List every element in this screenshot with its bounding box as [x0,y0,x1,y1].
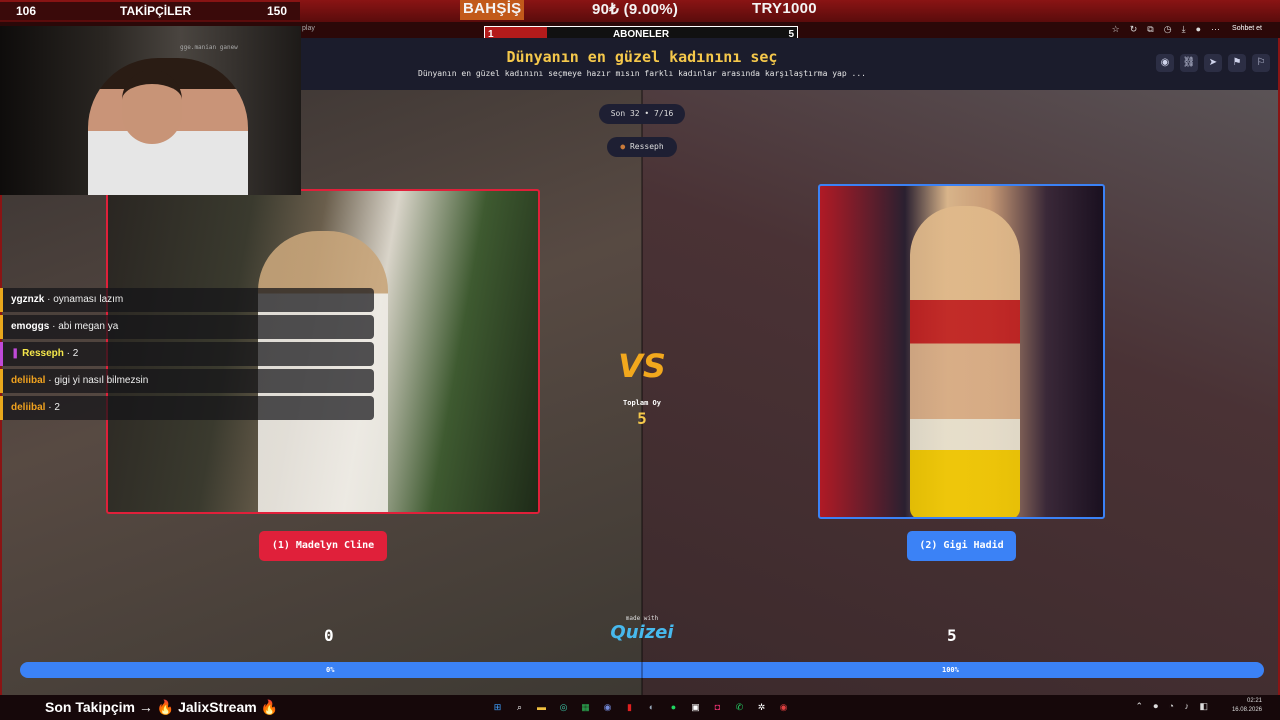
author-avatar-icon: ● [620,142,626,151]
total-votes-label: Toplam Oy [623,399,661,407]
app-red-icon[interactable]: ▮ [622,700,637,715]
chat-username: emoggs [11,321,50,332]
vote-left-button[interactable]: (1) Madelyn Cline [259,531,387,561]
chat-text: · gigi yi nasıl bilmezsin [48,375,149,386]
flag-outline-icon[interactable]: ⚐ [1252,54,1270,72]
chat-username: deliibal [11,375,46,386]
discord-icon[interactable]: ◉ [600,700,615,715]
sheets-icon[interactable]: ▦ [578,700,593,715]
total-votes-value: 5 [637,409,647,428]
profile-icon[interactable]: ● [1196,24,1201,35]
spotify-icon[interactable]: ● [666,700,681,715]
cam-caption: gge.manian ganew [180,44,238,51]
left-percent: 0% [326,666,335,674]
folder-icon[interactable]: ▬ [534,700,549,715]
chat-overlay: ygznzk · oynaması lazım emoggs · abi meg… [0,288,374,423]
chat-username: ygznzk [11,294,45,305]
system-tray[interactable]: ⌃ ⏺ ◔ ♪ ◧ [1136,701,1212,712]
search-icon[interactable]: ⌕ [512,700,527,715]
chat-message: ygznzk · oynaması lazım [0,288,374,312]
extensions-icon[interactable]: ⧉ [1147,24,1153,35]
left-vote-count: 0 [324,626,334,645]
followers-goal-bar: 106 TAKİPÇİLER 150 [0,2,300,20]
refresh-icon[interactable]: ↻ [1130,24,1138,35]
option-image-right[interactable] [818,184,1105,519]
chat-message: deliibal · gigi yi nasıl bilmezsin [0,369,374,393]
bottom-bar: Son Takipçim → 🔥 JalixStream 🔥 ⊞ ⌕ ▬ ◎ ▦… [0,695,1280,720]
followers-goal: 150 [267,4,288,18]
author-badge[interactable]: ● Resseph [607,137,677,157]
app-icon[interactable]: ▣ [688,700,703,715]
quizei-logo[interactable]: Quizei [602,622,682,643]
clock-time: 02:21 [1246,698,1262,704]
right-portrait [910,206,1020,517]
browser-icon[interactable]: ◎ [556,700,571,715]
center-divider [641,90,643,695]
instagram-icon[interactable]: ◘ [710,700,725,715]
made-with-label: made with [625,615,659,622]
record-icon[interactable]: ◉ [776,700,791,715]
clock-date: 16.08.2026 [1231,707,1262,713]
chatgpt-icon[interactable]: ✲ [754,700,769,715]
sub-badge-icon: ❚ [11,348,20,359]
chat-button[interactable]: Sohbet et [1232,25,1262,32]
browser-icons: ☆ ↻ ⧉ ◷ ⤓ ● ⋯ [1112,24,1220,35]
chat-username: deliibal [11,402,46,413]
settings-icon[interactable]: ⋯ [1211,24,1220,35]
header-actions: ◉ ⛓ ➤ ⚑ ⚐ [1156,54,1270,72]
chat-message: emoggs · abi megan ya [0,315,374,339]
followers-current: 106 [16,4,37,18]
webcam-overlay: gge.manian ganew [0,26,301,195]
progress-split [641,662,643,678]
vs-icon: VS [618,347,666,385]
eye-icon[interactable]: ◉ [1156,54,1174,72]
chat-message: ❚ Resseph · 2 [0,342,374,366]
steam-icon[interactable]: ◐ [644,700,659,715]
streamer-head [122,70,182,144]
right-percent: 100% [942,666,959,674]
chat-text: · oynaması lazım [47,294,124,305]
stream-top-bar: 106 TAKİPÇİLER 150 BAHŞİŞ 90₺ (9.00%) TR… [0,0,1280,22]
chat-username: Resseph [22,348,64,359]
donation-label: BAHŞİŞ [460,0,525,20]
author-name: Resseph [629,142,664,151]
history-icon[interactable]: ◷ [1164,24,1172,35]
round-indicator: Son 32 • 7/16 [599,104,685,124]
chat-text: · 2 [48,402,60,413]
taskbar-icons: ⊞ ⌕ ▬ ◎ ▦ ◉ ▮ ◐ ● ▣ ◘ ✆ ✲ ◉ [490,700,791,715]
whatsapp-icon[interactable]: ✆ [732,700,747,715]
link-icon[interactable]: ⛓ [1180,54,1198,72]
last-follower-text: Son Takipçim → 🔥 JalixStream 🔥 [45,699,279,715]
followers-label: TAKİPÇİLER [120,4,192,18]
donation-amount: 90₺ (9.00%) [592,1,679,18]
send-icon[interactable]: ➤ [1204,54,1222,72]
download-icon[interactable]: ⤓ [1182,24,1186,35]
flag-icon[interactable]: ⚑ [1228,54,1246,72]
chat-message: deliibal · 2 [0,396,374,420]
windows-start-icon[interactable]: ⊞ [490,700,505,715]
vote-right-button[interactable]: (2) Gigi Hadid [907,531,1016,561]
right-vote-count: 5 [947,626,957,645]
clock[interactable]: 02:21 16.08.2026 [1232,697,1262,715]
donation-goal: TRY1000 [752,0,817,17]
chat-text: · abi megan ya [52,321,119,332]
star-icon[interactable]: ☆ [1112,24,1120,35]
vote-progress-bar: 0% 100% [20,662,1264,678]
chat-text: · 2 [66,348,79,359]
browser-tab-text: play [302,25,315,32]
